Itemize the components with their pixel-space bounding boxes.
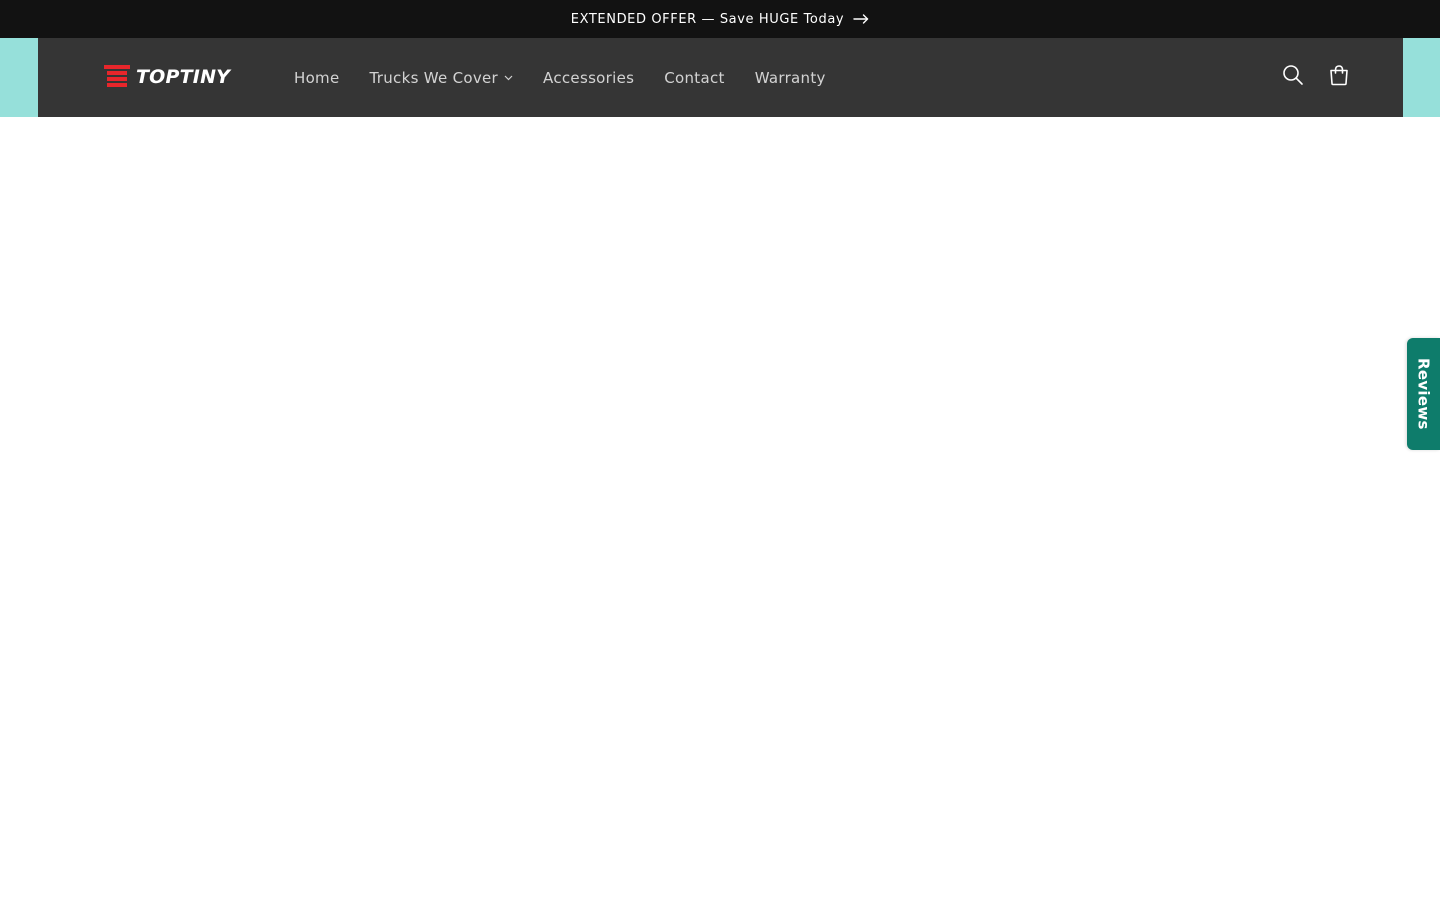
main-nav: Home Trucks We Cover Accessories Contact…	[294, 38, 856, 117]
nav-item-home[interactable]: Home	[294, 69, 340, 87]
arrow-right-icon	[853, 14, 869, 24]
logo[interactable]: TOPTINY	[104, 65, 230, 89]
search-button[interactable]	[1279, 63, 1307, 91]
search-icon	[1282, 64, 1304, 90]
site-header: TOPTINY Home Trucks We Cover Accessories…	[38, 38, 1403, 117]
reviews-tab[interactable]: Reviews	[1407, 338, 1440, 450]
nav-item-label: Home	[294, 68, 340, 87]
reviews-tab-label: Reviews	[1414, 358, 1433, 430]
nav-item-contact[interactable]: Contact	[664, 69, 724, 87]
nav-item-trucks-we-cover[interactable]: Trucks We Cover	[370, 69, 514, 87]
main-content	[0, 117, 1440, 900]
announcement-bar[interactable]: EXTENDED OFFER — Save HUGE Today	[0, 0, 1440, 38]
cart-button[interactable]	[1325, 63, 1353, 91]
nav-item-accessories[interactable]: Accessories	[543, 69, 634, 87]
nav-item-label: Contact	[664, 68, 725, 87]
logo-text: TOPTINY	[136, 66, 231, 88]
nav-item-label: Accessories	[543, 68, 635, 87]
nav-item-label: Trucks We Cover	[369, 68, 499, 87]
announcement-text: EXTENDED OFFER — Save HUGE Today	[570, 11, 845, 27]
logo-mark-icon	[104, 65, 130, 89]
nav-item-label: Warranty	[754, 68, 826, 87]
cart-icon	[1328, 64, 1350, 90]
chevron-down-icon	[504, 75, 513, 81]
nav-item-warranty[interactable]: Warranty	[755, 69, 826, 87]
